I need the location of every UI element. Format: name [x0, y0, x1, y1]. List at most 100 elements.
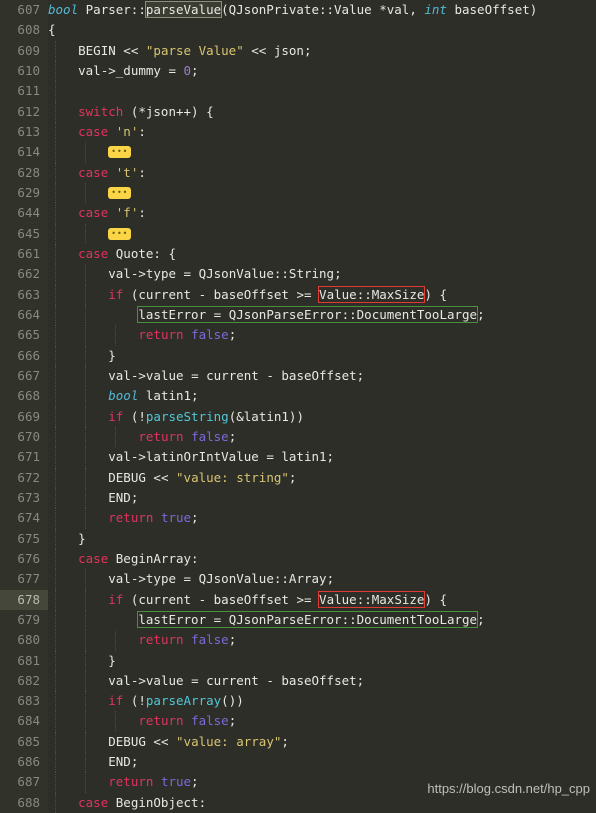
code-line[interactable]: 644 case 'f':	[0, 203, 596, 224]
code-editor[interactable]: 607 bool Parser::parseValue(QJsonPrivate:…	[0, 0, 596, 813]
code-line[interactable]: 628 case 't':	[0, 162, 596, 183]
code-line[interactable]: 672 DEBUG << "value: string";	[0, 467, 596, 488]
code-line[interactable]: 681 }	[0, 650, 596, 671]
line-number: 666	[17, 347, 40, 363]
code-text[interactable]: val->type = QJsonValue::String;	[48, 264, 341, 284]
code-line[interactable]: 676 case BeginArray:	[0, 548, 596, 570]
line-number: 609	[17, 42, 40, 58]
line-number: 670	[17, 428, 40, 444]
code-line[interactable]: 613 case 'n':	[0, 121, 596, 143]
folded-code-marker[interactable]: •••	[108, 227, 132, 240]
code-text[interactable]: DEBUG << "value: array";	[48, 732, 289, 752]
code-text[interactable]: lastError = QJsonParseError::DocumentToo…	[48, 305, 485, 325]
line-number: 677	[17, 571, 40, 587]
code-text[interactable]: val->type = QJsonValue::Array;	[48, 569, 334, 589]
code-line[interactable]: 670 return false;	[0, 426, 596, 448]
code-line[interactable]: 661 case Quote: {	[0, 243, 596, 265]
code-text[interactable]: switch (*json++) {	[48, 102, 214, 122]
code-text[interactable]: BEGIN << "parse Value" << json;	[48, 41, 311, 61]
code-line[interactable]: 664 lastError = QJsonParseError::Documen…	[0, 304, 596, 326]
line-number: 674	[17, 510, 40, 526]
code-line[interactable]: 663 if (current - baseOffset >= Value::M…	[0, 284, 596, 305]
code-text[interactable]: bool Parser::parseValue(QJsonPrivate::Va…	[48, 0, 537, 20]
line-number: 688	[17, 794, 40, 810]
folded-code-marker[interactable]: •••	[108, 186, 132, 199]
code-line[interactable]: 612 switch (*json++) {	[0, 101, 596, 122]
code-text[interactable]: END;	[48, 488, 138, 508]
code-line[interactable]: 668 bool latin1;	[0, 386, 596, 407]
code-line[interactable]: 609 BEGIN << "parse Value" << json;	[0, 40, 596, 61]
code-line[interactable]: 675 }	[0, 528, 596, 549]
code-lines-container[interactable]: 607 bool Parser::parseValue(QJsonPrivate:…	[0, 0, 596, 813]
code-text[interactable]: END;	[48, 752, 138, 772]
code-line[interactable]: 610 val->_dummy = 0;	[0, 60, 596, 82]
code-text[interactable]: bool latin1;	[48, 386, 198, 406]
code-text[interactable]: lastError = QJsonParseError::DocumentToo…	[48, 610, 485, 630]
code-text[interactable]: •••	[48, 183, 132, 203]
line-number: 685	[17, 733, 40, 749]
code-line[interactable]: 677 val->type = QJsonValue::Array;	[0, 569, 596, 590]
code-line[interactable]: 682 val->value = current - baseOffset;	[0, 670, 596, 692]
code-text[interactable]: case Quote: {	[48, 244, 176, 264]
line-number: 662	[17, 266, 40, 282]
code-text[interactable]: •••	[48, 224, 132, 244]
code-text[interactable]: val->latinOrIntValue = latin1;	[48, 447, 334, 467]
code-line[interactable]: 679 lastError = QJsonParseError::Documen…	[0, 609, 596, 631]
line-number: 676	[17, 550, 40, 566]
code-text[interactable]: }	[48, 346, 116, 366]
line-number: 611	[17, 83, 40, 99]
watermark-text: https://blog.csdn.net/hp_cpp	[427, 780, 590, 796]
code-text[interactable]: return false;	[48, 711, 236, 731]
code-text[interactable]: {	[48, 20, 56, 40]
code-line[interactable]: 671 val->latinOrIntValue = latin1;	[0, 447, 596, 468]
code-text[interactable]: }	[48, 529, 86, 549]
code-text[interactable]: val->value = current - baseOffset;	[48, 366, 364, 386]
line-number: 645	[17, 225, 40, 241]
code-text[interactable]: case BeginObject:	[48, 793, 206, 813]
code-text[interactable]: DEBUG << "value: string";	[48, 468, 296, 488]
code-line[interactable]: 678 if (current - baseOffset >= Value::M…	[0, 589, 596, 610]
code-line[interactable]: 607 bool Parser::parseValue(QJsonPrivate:…	[0, 0, 596, 20]
code-text[interactable]: val->value = current - baseOffset;	[48, 671, 364, 691]
code-text[interactable]: return true;	[48, 508, 198, 528]
code-text[interactable]: case 't':	[48, 163, 146, 183]
line-number: 686	[17, 754, 40, 770]
code-line[interactable]: 665 return false;	[0, 325, 596, 346]
code-line[interactable]: 674 return true;	[0, 508, 596, 529]
code-text[interactable]: if (!parseArray())	[48, 691, 244, 711]
code-line[interactable]: 680 return false;	[0, 630, 596, 651]
code-line[interactable]: 629 •••	[0, 182, 596, 204]
code-text[interactable]: return false;	[48, 630, 236, 650]
code-line[interactable]: 673 END;	[0, 487, 596, 509]
code-line[interactable]: 645 •••	[0, 223, 596, 244]
line-number: 678	[17, 591, 40, 607]
code-text[interactable]: if (current - baseOffset >= Value::MaxSi…	[48, 590, 447, 610]
code-line[interactable]: 666 }	[0, 345, 596, 366]
folded-code-marker[interactable]: •••	[108, 146, 132, 159]
code-line[interactable]: 685 DEBUG << "value: array";	[0, 731, 596, 753]
code-line[interactable]: 611	[0, 81, 596, 102]
code-text[interactable]: case 'n':	[48, 122, 146, 142]
code-line[interactable]: 667 val->value = current - baseOffset;	[0, 365, 596, 387]
code-text[interactable]: case BeginArray:	[48, 549, 198, 569]
code-line[interactable]: 614 •••	[0, 142, 596, 163]
code-line[interactable]: 608 {	[0, 20, 596, 40]
code-line[interactable]: 683 if (!parseArray())	[0, 691, 596, 712]
code-text[interactable]: if (!parseString(&latin1))	[48, 407, 304, 427]
code-text[interactable]: return true;	[48, 772, 198, 792]
code-text[interactable]: •••	[48, 142, 132, 162]
code-line[interactable]: 686 END;	[0, 752, 596, 773]
line-number: 684	[17, 713, 40, 729]
line-number: 610	[17, 62, 40, 78]
code-text[interactable]: }	[48, 651, 116, 671]
line-number: 679	[17, 611, 40, 627]
code-text[interactable]: if (current - baseOffset >= Value::MaxSi…	[48, 285, 447, 305]
code-line[interactable]: 662 val->type = QJsonValue::String;	[0, 264, 596, 285]
code-line[interactable]: 684 return false;	[0, 711, 596, 732]
code-text[interactable]: return false;	[48, 427, 236, 447]
code-text[interactable]: return false;	[48, 325, 236, 345]
code-line[interactable]: 669 if (!parseString(&latin1))	[0, 406, 596, 427]
line-number: 675	[17, 530, 40, 546]
code-text[interactable]: case 'f':	[48, 203, 146, 223]
code-text[interactable]: val->_dummy = 0;	[48, 61, 198, 81]
